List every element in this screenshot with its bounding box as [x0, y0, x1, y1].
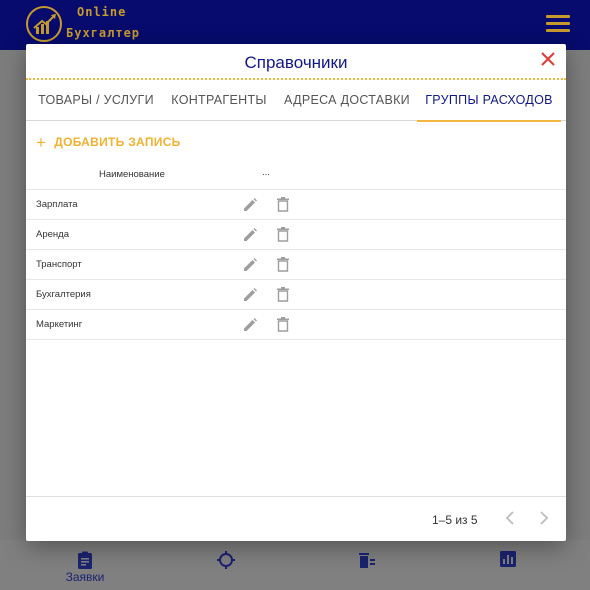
- edit-icon[interactable]: [243, 228, 257, 245]
- tab-expense-groups[interactable]: ГРУППЫ РАСХОДОВ: [417, 80, 561, 122]
- app-header: Online Бухгалтер: [0, 0, 590, 50]
- chart-icon: [500, 551, 516, 567]
- delete-icon[interactable]: [277, 287, 289, 305]
- nav-label-requests: Заявки: [65, 570, 105, 584]
- nav-item-expenses[interactable]: [317, 540, 417, 590]
- dialog-header: Справочники: [26, 44, 566, 80]
- table-row: Маркетинг: [26, 310, 566, 340]
- dialog-title: Справочники: [244, 53, 348, 72]
- edit-icon[interactable]: [243, 258, 257, 275]
- delete-icon[interactable]: [277, 317, 289, 335]
- bottom-nav: Заявки: [0, 540, 590, 590]
- logo-text-line1: Online: [77, 5, 127, 19]
- add-record-button[interactable]: + ДОБАВИТЬ ЗАПИСЬ: [36, 132, 181, 152]
- tab-counterparties[interactable]: КОНТРАГЕНТЫ: [168, 80, 270, 121]
- delete-icon[interactable]: [277, 257, 289, 275]
- previous-page-button[interactable]: [504, 511, 516, 530]
- pagination-range: 1–5 из 5: [432, 513, 478, 527]
- logo-text-line2: Бухгалтер: [66, 26, 141, 40]
- delete-icon[interactable]: [277, 227, 289, 245]
- clipboard-icon: [78, 551, 92, 569]
- edit-icon[interactable]: [243, 198, 257, 215]
- trash-list-icon: [359, 553, 375, 568]
- edit-icon[interactable]: [243, 288, 257, 305]
- table-header: Наименование ...: [26, 158, 566, 190]
- target-icon: [217, 551, 235, 569]
- row-name: Транспорт: [36, 259, 82, 270]
- expense-groups-table: Наименование ... Зарплата Аренда Транспо…: [26, 158, 566, 340]
- logo-icon: [26, 6, 62, 42]
- hamburger-menu-icon[interactable]: [546, 15, 570, 33]
- close-button[interactable]: [540, 51, 556, 67]
- tab-goods-services[interactable]: ТОВАРЫ / УСЛУГИ: [34, 80, 158, 121]
- row-name: Маркетинг: [36, 319, 83, 330]
- delete-icon[interactable]: [277, 197, 289, 215]
- references-dialog: Справочники ТОВАРЫ / УСЛУГИ КОНТРАГЕНТЫ …: [26, 44, 566, 541]
- next-page-button[interactable]: [538, 511, 550, 530]
- column-header-actions: ...: [262, 167, 270, 178]
- edit-icon[interactable]: [243, 318, 257, 335]
- tab-delivery-addresses[interactable]: АДРЕСА ДОСТАВКИ: [284, 80, 410, 121]
- table-row: Аренда: [26, 220, 566, 250]
- row-name: Зарплата: [36, 199, 78, 210]
- table-row: Зарплата: [26, 190, 566, 220]
- table-row: Бухгалтерия: [26, 280, 566, 310]
- nav-item-target[interactable]: [176, 540, 276, 590]
- column-header-name: Наименование: [99, 169, 165, 180]
- tab-bar: ТОВАРЫ / УСЛУГИ КОНТРАГЕНТЫ АДРЕСА ДОСТА…: [26, 80, 566, 122]
- add-record-label: ДОБАВИТЬ ЗАПИСЬ: [54, 135, 181, 149]
- pagination-bar: 1–5 из 5: [26, 496, 566, 541]
- nav-item-reports[interactable]: [458, 540, 558, 590]
- plus-icon: +: [36, 132, 47, 152]
- chevron-left-icon: [505, 511, 514, 525]
- nav-item-requests[interactable]: Заявки: [35, 540, 135, 590]
- table-row: Транспорт: [26, 250, 566, 280]
- close-icon: [541, 52, 555, 66]
- chevron-right-icon: [540, 511, 549, 525]
- row-name: Аренда: [36, 229, 69, 240]
- row-name: Бухгалтерия: [36, 289, 91, 300]
